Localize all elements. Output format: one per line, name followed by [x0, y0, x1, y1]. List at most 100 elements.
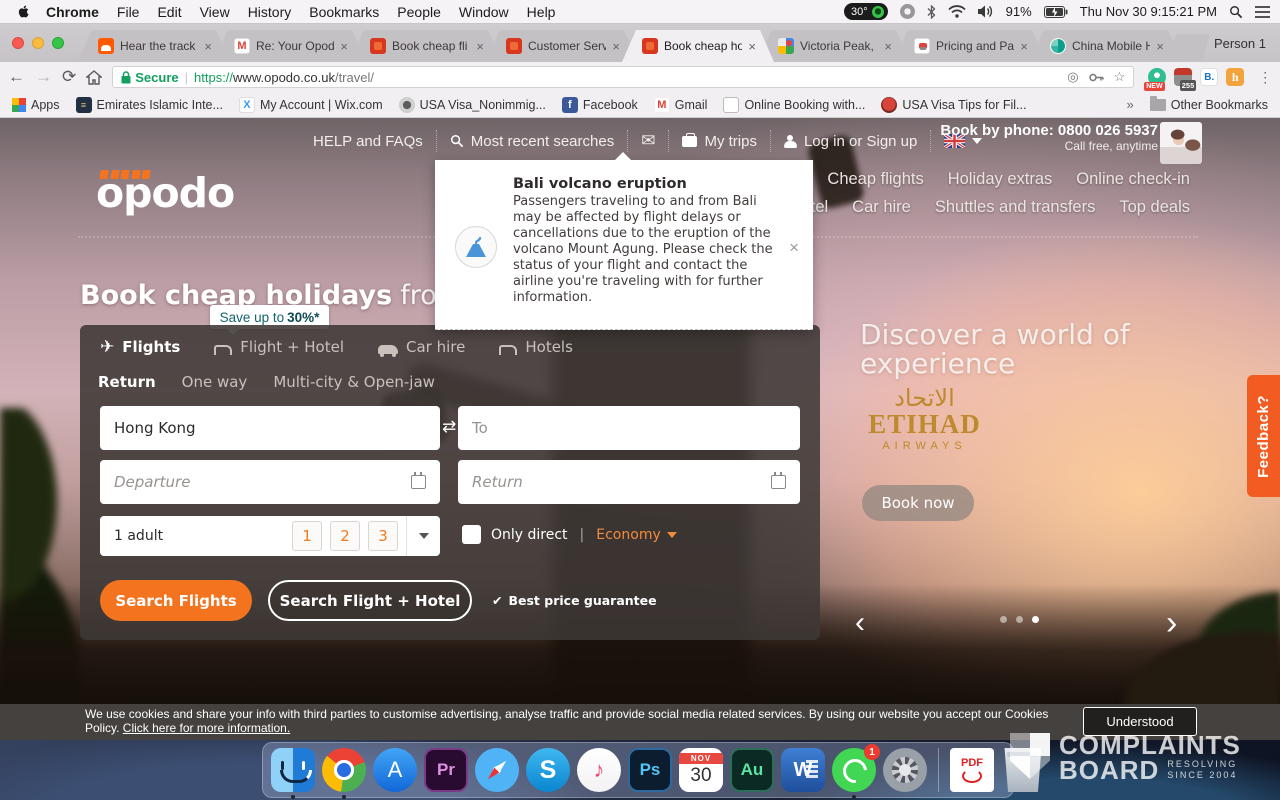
menu-help[interactable]: Help	[527, 4, 556, 20]
itunes-dock-icon[interactable]: ♪	[577, 748, 621, 792]
my-trips-link[interactable]: My trips	[669, 133, 770, 150]
creative-cloud-icon[interactable]	[900, 4, 915, 19]
system-preferences-dock-icon[interactable]	[883, 748, 927, 792]
tab-opodo-customer-service[interactable]: Customer Serv×	[486, 30, 638, 62]
bookmark-star-icon[interactable]: ☆	[1114, 69, 1126, 85]
nav-holiday-extras[interactable]: Holiday extras	[948, 170, 1053, 189]
photoshop-dock-icon[interactable]: Ps	[628, 748, 672, 792]
tab-soundcloud[interactable]: Hear the track×	[78, 30, 230, 62]
pax-dropdown-chevron[interactable]	[406, 516, 440, 556]
tab-google-maps[interactable]: Victoria Peak,×	[758, 30, 910, 62]
bookmark-online-booking[interactable]: Online Booking with...	[723, 97, 865, 113]
search-flight-hotel-button[interactable]: Search Flight + Hotel	[268, 580, 472, 621]
bookmark-visa-tips[interactable]: USA Visa Tips for Fil...	[881, 97, 1026, 113]
menu-view[interactable]: View	[200, 4, 230, 20]
help-faqs-link[interactable]: HELP and FAQs	[300, 133, 436, 150]
phone-number[interactable]: Book by phone: 0800 026 5937	[940, 122, 1158, 139]
skype-dock-icon[interactable]: S	[526, 748, 570, 792]
extension-honey-icon[interactable]: h	[1226, 68, 1244, 86]
carousel-dot-active[interactable]	[1032, 616, 1039, 623]
tab-close-icon[interactable]: ×	[884, 39, 892, 54]
bookmark-emirates-islamic[interactable]: ≡Emirates Islamic Inte...	[76, 97, 223, 113]
tab-close-icon[interactable]: ×	[748, 39, 756, 54]
finder-dock-icon[interactable]	[271, 748, 315, 792]
nav-car-hire[interactable]: Car hire	[852, 198, 911, 217]
nav-top-deals[interactable]: Top deals	[1119, 198, 1190, 217]
destination-input[interactable]: To	[458, 406, 800, 450]
trip-multi-city[interactable]: Multi-city & Open-jaw	[273, 373, 435, 391]
notification-center-icon[interactable]	[1255, 6, 1270, 18]
pax-quick-2[interactable]: 2	[330, 521, 360, 551]
search-flights-button[interactable]: Search Flights	[100, 580, 252, 621]
menu-bookmarks[interactable]: Bookmarks	[309, 4, 379, 20]
form-tab-hotels[interactable]: Hotels	[499, 338, 573, 356]
send-to-device-icon[interactable]: ◎	[1067, 69, 1078, 85]
trip-return[interactable]: Return	[98, 373, 156, 391]
trip-one-way[interactable]: One way	[182, 373, 248, 391]
extension-new-icon[interactable]: NEW	[1148, 68, 1166, 86]
popup-close-icon[interactable]: ×	[789, 238, 799, 258]
other-bookmarks[interactable]: Other Bookmarks	[1150, 98, 1268, 112]
form-tab-flights[interactable]: ✈Flights	[100, 337, 180, 357]
bookmark-gmail[interactable]: MGmail	[654, 97, 708, 113]
weather-widget[interactable]: 30°	[844, 3, 888, 20]
tab-close-icon[interactable]: ×	[476, 39, 484, 54]
address-bar[interactable]: Secure | https://www.opodo.co.uk/travel/…	[112, 66, 1134, 88]
menu-app-name[interactable]: Chrome	[46, 4, 99, 20]
login-link[interactable]: Log in or Sign up	[771, 133, 930, 150]
cookie-info-link[interactable]: Click here for more information.	[123, 721, 290, 735]
tab-close-icon[interactable]: ×	[204, 39, 212, 54]
menu-window[interactable]: Window	[459, 4, 509, 20]
recent-searches-link[interactable]: Most recent searches	[437, 133, 627, 150]
chrome-menu-icon[interactable]: ⋮	[1258, 69, 1272, 86]
premiere-dock-icon[interactable]: Pr	[424, 748, 468, 792]
whatsapp-dock-icon[interactable]: 1	[832, 748, 876, 792]
carousel-dot[interactable]	[1000, 616, 1007, 623]
extension-b-icon[interactable]: B.	[1200, 68, 1218, 86]
window-minimize-button[interactable]	[32, 37, 44, 49]
secure-lock-icon[interactable]: Secure	[121, 70, 178, 85]
feedback-tab[interactable]: Feedback?	[1247, 375, 1280, 497]
bookmark-facebook[interactable]: fFacebook	[562, 97, 638, 113]
messages-link[interactable]: ✉	[628, 131, 668, 151]
word-dock-icon[interactable]: W	[781, 748, 825, 792]
nav-shuttles[interactable]: Shuttles and transfers	[935, 198, 1096, 217]
menu-edit[interactable]: Edit	[157, 4, 181, 20]
carousel-next-icon[interactable]: ›	[1166, 604, 1177, 643]
origin-input[interactable]: Hong Kong	[100, 406, 440, 450]
tab-opodo-active[interactable]: Book cheap ho×	[622, 30, 774, 62]
carousel-dot[interactable]	[1016, 616, 1023, 623]
form-tab-flight-hotel[interactable]: Flight + Hotel	[214, 338, 344, 356]
safari-dock-icon[interactable]	[475, 748, 519, 792]
tab-close-icon[interactable]: ×	[1020, 39, 1028, 54]
home-button[interactable]	[86, 70, 102, 85]
profile-name[interactable]: Person 1	[1214, 36, 1266, 51]
bookmark-wix[interactable]: XMy Account | Wix.com	[239, 97, 383, 113]
pax-quick-3[interactable]: 3	[368, 521, 398, 551]
wifi-icon[interactable]	[948, 5, 966, 18]
bookmark-usa-visa[interactable]: USA Visa_Nonimmig...	[399, 97, 546, 113]
departure-date-input[interactable]: Departure	[100, 460, 440, 504]
password-key-icon[interactable]	[1089, 73, 1104, 82]
tab-gmail-message[interactable]: MRe: Your Opod×	[214, 30, 366, 62]
menu-history[interactable]: History	[248, 4, 292, 20]
tab-opodo-flights[interactable]: Book cheap fli×	[350, 30, 502, 62]
audition-dock-icon[interactable]: Au	[730, 748, 774, 792]
book-now-button[interactable]: Book now	[862, 485, 974, 521]
chrome-dock-icon[interactable]	[322, 748, 366, 792]
menu-file[interactable]: File	[117, 4, 140, 20]
pax-quick-1[interactable]: 1	[292, 521, 322, 551]
tab-close-icon[interactable]: ×	[1156, 39, 1164, 54]
extension-blocker-icon[interactable]: 255	[1174, 68, 1192, 86]
nav-online-checkin[interactable]: Online check-in	[1076, 170, 1190, 189]
return-date-input[interactable]: Return	[458, 460, 800, 504]
tab-close-icon[interactable]: ×	[340, 39, 348, 54]
opodo-logo[interactable]: opodo	[96, 170, 234, 213]
volume-icon[interactable]	[978, 5, 994, 18]
new-tab-button[interactable]	[1168, 34, 1210, 60]
back-button[interactable]: ←	[8, 67, 25, 87]
nav-cheap-flights[interactable]: Cheap flights	[827, 170, 923, 189]
cabin-class-selector[interactable]: Economy	[596, 527, 676, 543]
menu-people[interactable]: People	[397, 4, 441, 20]
window-close-button[interactable]	[12, 37, 24, 49]
